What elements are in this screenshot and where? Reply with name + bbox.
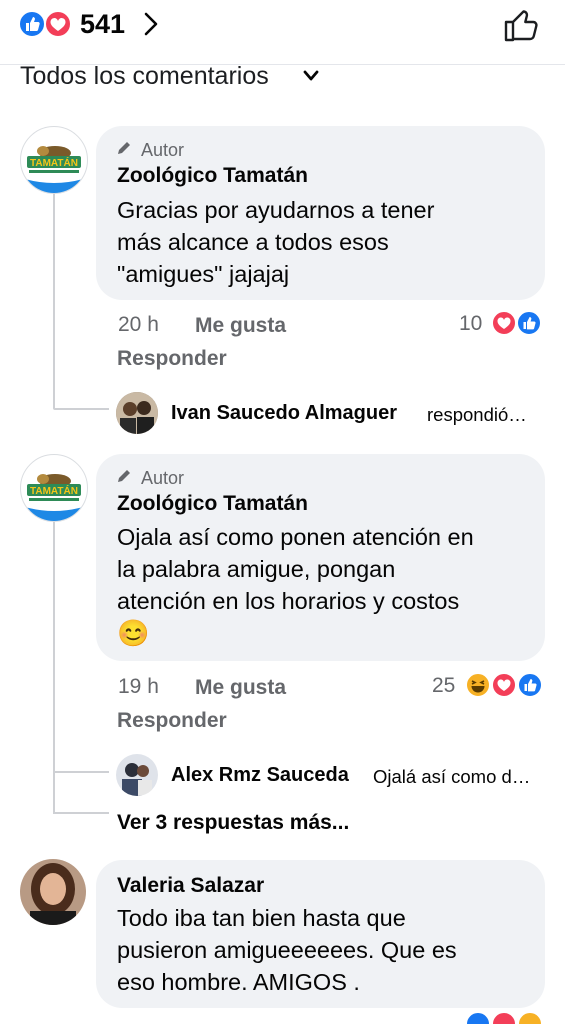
thread-line — [53, 193, 55, 408]
comment-bubble[interactable]: Autor Zoológico Tamatán Ojala así como p… — [96, 454, 545, 661]
comment-line: pusieron amigueeeeees. Que es — [117, 937, 457, 963]
svg-text:TAMATÁN: TAMATÁN — [30, 156, 78, 169]
view-more-replies[interactable]: Ver 3 respuestas más... — [117, 811, 349, 835]
comment-reactions[interactable] — [464, 1010, 546, 1024]
reply-avatar[interactable] — [116, 392, 158, 434]
profile-photo — [116, 754, 158, 796]
thread-branch — [53, 812, 109, 814]
commenter-name[interactable]: Zoológico Tamatán — [117, 164, 308, 188]
haha-icon — [517, 1011, 543, 1024]
reply-snippet[interactable]: Ojalá así como d… — [373, 766, 530, 788]
comment-time[interactable]: 19 h — [118, 675, 159, 699]
comment-text: Gracias por ayudarnos a tener más alcanc… — [117, 194, 434, 290]
zoo-logo-icon: TAMATÁN — [25, 474, 83, 521]
reply-avatar[interactable] — [116, 754, 158, 796]
svg-text:TAMATÁN: TAMATÁN — [30, 484, 78, 497]
comment-line: "amigues" jajajaj — [117, 261, 290, 287]
thread-line — [53, 521, 55, 813]
comment-line: Todo iba tan bien hasta que — [117, 905, 406, 931]
reply-button[interactable]: Responder — [117, 709, 227, 733]
comment-line: atención en los horarios y costos — [117, 588, 460, 614]
thumbs-up-outline-icon[interactable] — [500, 5, 540, 45]
profile-photo — [20, 859, 86, 925]
comment-reactions[interactable] — [490, 309, 546, 337]
pencil-icon — [118, 142, 130, 154]
like-icon — [517, 672, 543, 698]
smile-emoji: 😊 — [117, 618, 150, 648]
love-icon — [491, 310, 517, 336]
comment-time[interactable]: 20 h — [118, 313, 159, 337]
pencil-icon — [118, 470, 130, 482]
reply-author[interactable]: Alex Rmz Sauceda — [171, 764, 349, 787]
comment-line: Ojala así como ponen atención en — [117, 524, 474, 550]
commenter-name[interactable]: Valeria Salazar — [117, 874, 264, 898]
comment-line: eso hombre. AMIGOS . — [117, 969, 360, 995]
chevron-right-icon[interactable] — [142, 10, 160, 38]
comment-line: Gracias por ayudarnos a tener — [117, 197, 435, 223]
comment-line: más alcance a todos esos — [117, 229, 389, 255]
reply-snippet[interactable]: respondió… — [427, 404, 527, 426]
thread-branch — [53, 771, 109, 773]
author-badge: Autor — [141, 468, 185, 488]
avatar[interactable]: TAMATÁN — [20, 454, 88, 522]
comment-reactions[interactable] — [464, 671, 546, 699]
comment-bubble[interactable]: Autor Zoológico Tamatán Gracias por ayud… — [96, 126, 545, 300]
love-icon — [44, 10, 72, 38]
zoo-logo-icon: TAMATÁN — [25, 146, 83, 193]
avatar[interactable] — [20, 859, 86, 925]
love-icon — [491, 672, 517, 698]
reaction-count[interactable]: 541 — [80, 9, 125, 40]
like-icon — [18, 10, 46, 38]
haha-icon — [465, 672, 491, 698]
chevron-down-icon[interactable] — [303, 70, 319, 82]
love-icon — [491, 1011, 517, 1024]
comment-text: Ojala así como ponen atención en la pala… — [117, 521, 474, 649]
thread-branch — [53, 408, 109, 410]
comment-reaction-count[interactable]: 25 — [432, 674, 455, 698]
comment-text: Todo iba tan bien hasta que pusieron ami… — [117, 902, 457, 998]
like-comment-button[interactable]: Me gusta — [195, 676, 286, 700]
comment-line: la palabra amigue, pongan — [117, 556, 396, 582]
comment-filter[interactable]: Todos los comentarios — [20, 62, 269, 91]
reactions-summary-bar: 541 — [0, 0, 565, 65]
commenter-name[interactable]: Zoológico Tamatán — [117, 492, 308, 516]
profile-photo — [116, 392, 158, 434]
reply-author[interactable]: Ivan Saucedo Almaguer — [171, 402, 397, 425]
reply-button[interactable]: Responder — [117, 347, 227, 371]
comment-bubble[interactable]: Valeria Salazar Todo iba tan bien hasta … — [96, 860, 545, 1008]
author-badge: Autor — [141, 140, 185, 160]
like-icon — [465, 1011, 491, 1024]
avatar[interactable]: TAMATÁN — [20, 126, 88, 194]
comment-reaction-count[interactable]: 10 — [459, 312, 482, 336]
reaction-icons[interactable] — [18, 10, 74, 38]
like-comment-button[interactable]: Me gusta — [195, 314, 286, 338]
like-icon — [516, 310, 542, 336]
